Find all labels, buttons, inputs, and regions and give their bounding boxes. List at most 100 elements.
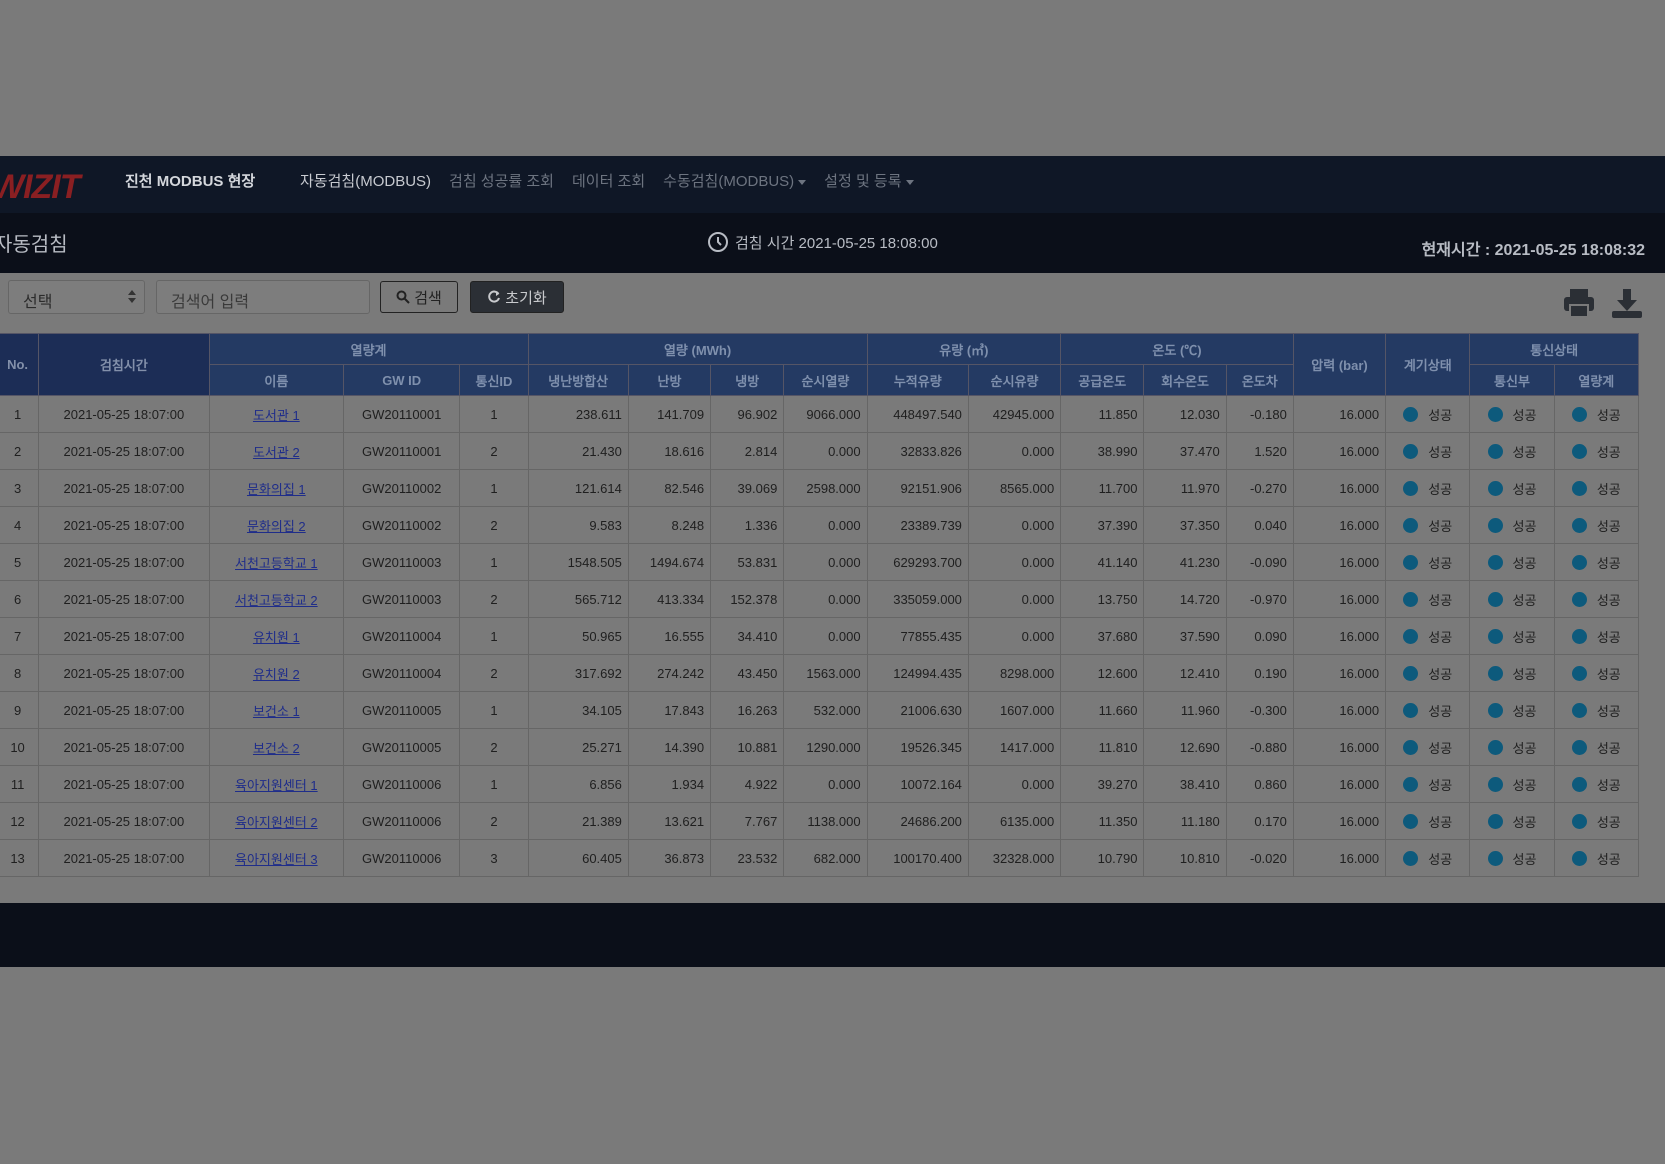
cell-cum-flow: 335059.000 (866, 580, 969, 618)
cell-name: 보건소 1 (208, 691, 345, 729)
status-label: 성공 (1596, 518, 1621, 534)
status-indicator: 성공 (1392, 664, 1463, 683)
menu-manual-reading-label: 수동검침(MODBUS) (663, 173, 795, 190)
cell-no: 11 (0, 765, 40, 803)
chevron-down-icon (905, 179, 914, 185)
status-dot-icon (1403, 591, 1419, 607)
cell-diff: 0.170 (1225, 802, 1294, 840)
meter-name-link[interactable]: 보건소 2 (253, 741, 300, 756)
cell-return: 38.410 (1143, 765, 1227, 803)
cell-cooling: 16.263 (710, 691, 785, 729)
meter-name-link[interactable]: 유치원 1 (253, 630, 300, 645)
cell-commid: 2 (459, 432, 529, 470)
cell-commid: 2 (459, 654, 529, 692)
meter-name-link[interactable]: 서천고등학교 2 (235, 593, 318, 608)
status-dot-icon (1403, 628, 1419, 644)
meter-name-link[interactable]: 도서관 1 (253, 408, 300, 423)
status-indicator: 성공 (1561, 664, 1632, 683)
download-icon[interactable] (1610, 287, 1644, 319)
cell-commid: 1 (459, 395, 529, 433)
col-comm-unit: 통신부 (1469, 364, 1555, 396)
col-cooling: 냉방 (710, 364, 785, 396)
cell-total: 9.583 (527, 506, 629, 544)
status-label: 성공 (1512, 703, 1537, 719)
table-row: 1 2021-05-25 18:07:00 도서관 1 GW20110001 1 238.… (0, 395, 1640, 433)
status-dot-icon (1403, 480, 1419, 496)
status-indicator: 성공 (1561, 405, 1632, 424)
table-row: 7 2021-05-25 18:07:00 유치원 1 GW20110004 1 50.9… (0, 617, 1640, 655)
search-button[interactable]: 검색 (380, 281, 458, 313)
status-dot-icon (1571, 406, 1587, 422)
menu-manual-reading[interactable]: 수동검침(MODBUS) (663, 170, 807, 191)
menu-auto-reading[interactable]: 자동검침(MODBUS) (300, 170, 431, 191)
menu-success-rate[interactable]: 검침 성공률 조회 (449, 170, 554, 191)
filter-select[interactable]: 선택 (8, 280, 145, 314)
cell-status: 성공 (1385, 580, 1471, 618)
cell-heating: 413.334 (627, 580, 712, 618)
cell-inst-flow: 0.000 (967, 432, 1062, 470)
main-menu: 자동검침(MODBUS) 검침 성공률 조회 데이터 조회 수동검침(MODBU… (300, 170, 914, 191)
col-no: No. (0, 333, 40, 396)
cell-heating: 1.934 (627, 765, 712, 803)
cell-total: 21.430 (527, 432, 629, 470)
cell-no: 7 (0, 617, 40, 655)
cell-status: 성공 (1553, 469, 1640, 507)
meter-name-link[interactable]: 문화의집 2 (247, 519, 306, 534)
cell-inst-flow: 8298.000 (967, 654, 1062, 692)
cell-return: 14.720 (1143, 580, 1227, 618)
cell-cum-flow: 23389.739 (866, 506, 969, 544)
status-indicator: 성공 (1561, 553, 1632, 572)
cell-status: 성공 (1469, 543, 1555, 581)
status-dot-icon (1487, 443, 1503, 459)
meter-name-link[interactable]: 도서관 2 (253, 445, 300, 460)
status-label: 성공 (1512, 777, 1537, 793)
search-input[interactable]: 검색어 입력 (156, 280, 370, 314)
cell-inst-flow: 1607.000 (967, 691, 1062, 729)
status-indicator: 성공 (1392, 479, 1463, 498)
cell-status: 성공 (1469, 802, 1555, 840)
status-label: 성공 (1512, 481, 1537, 497)
menu-data-query[interactable]: 데이터 조회 (572, 170, 645, 191)
print-icon[interactable] (1562, 287, 1596, 319)
cell-inst-flow: 42945.000 (967, 395, 1062, 433)
status-indicator: 성공 (1392, 849, 1463, 868)
meter-name-link[interactable]: 육아지원센터 1 (235, 778, 318, 793)
cell-status: 성공 (1553, 654, 1640, 692)
cell-commid: 1 (459, 765, 529, 803)
cell-cooling: 4.922 (710, 765, 785, 803)
cell-no: 6 (0, 580, 40, 618)
meter-name-link[interactable]: 보건소 1 (253, 704, 300, 719)
table-row: 12 2021-05-25 18:07:00 육아지원센터 2 GW20110006 2… (0, 802, 1640, 840)
meter-name-link[interactable]: 유치원 2 (253, 667, 300, 682)
status-dot-icon (1487, 406, 1503, 422)
cell-heating: 82.546 (627, 469, 712, 507)
meter-name-link[interactable]: 육아지원센터 2 (235, 815, 318, 830)
cell-status: 성공 (1385, 839, 1471, 877)
cell-inst-flow: 1417.000 (967, 728, 1062, 766)
status-label: 성공 (1512, 814, 1537, 830)
menu-settings[interactable]: 설정 및 등록 (824, 170, 914, 191)
cell-status: 성공 (1385, 469, 1471, 507)
cell-status: 성공 (1469, 691, 1555, 729)
cell-cum-flow: 92151.906 (866, 469, 969, 507)
status-indicator: 성공 (1476, 812, 1547, 831)
status-label: 성공 (1428, 407, 1453, 423)
col-commid: 통신ID (459, 364, 529, 396)
cell-name: 도서관 1 (208, 395, 345, 433)
cell-status: 성공 (1469, 506, 1555, 544)
cell-pressure: 16.000 (1292, 765, 1387, 803)
cell-no: 4 (0, 506, 40, 544)
meter-name-link[interactable]: 서천고등학교 1 (235, 556, 318, 571)
cell-inst-heat: 682.000 (783, 839, 868, 877)
meter-name-link[interactable]: 육아지원센터 3 (235, 852, 318, 867)
site-name[interactable]: 진천 MODBUS 현장 (125, 170, 255, 191)
meter-name-link[interactable]: 문화의집 1 (247, 482, 306, 497)
cell-return: 41.230 (1143, 543, 1227, 581)
status-dot-icon (1571, 628, 1587, 644)
col-total: 냉난방합산 (527, 364, 629, 396)
status-indicator: 성공 (1561, 479, 1632, 498)
reset-button[interactable]: 초기화 (470, 281, 564, 313)
cell-no: 1 (0, 395, 40, 433)
cell-time: 2021-05-25 18:07:00 (38, 691, 210, 729)
cell-cooling: 39.069 (710, 469, 785, 507)
